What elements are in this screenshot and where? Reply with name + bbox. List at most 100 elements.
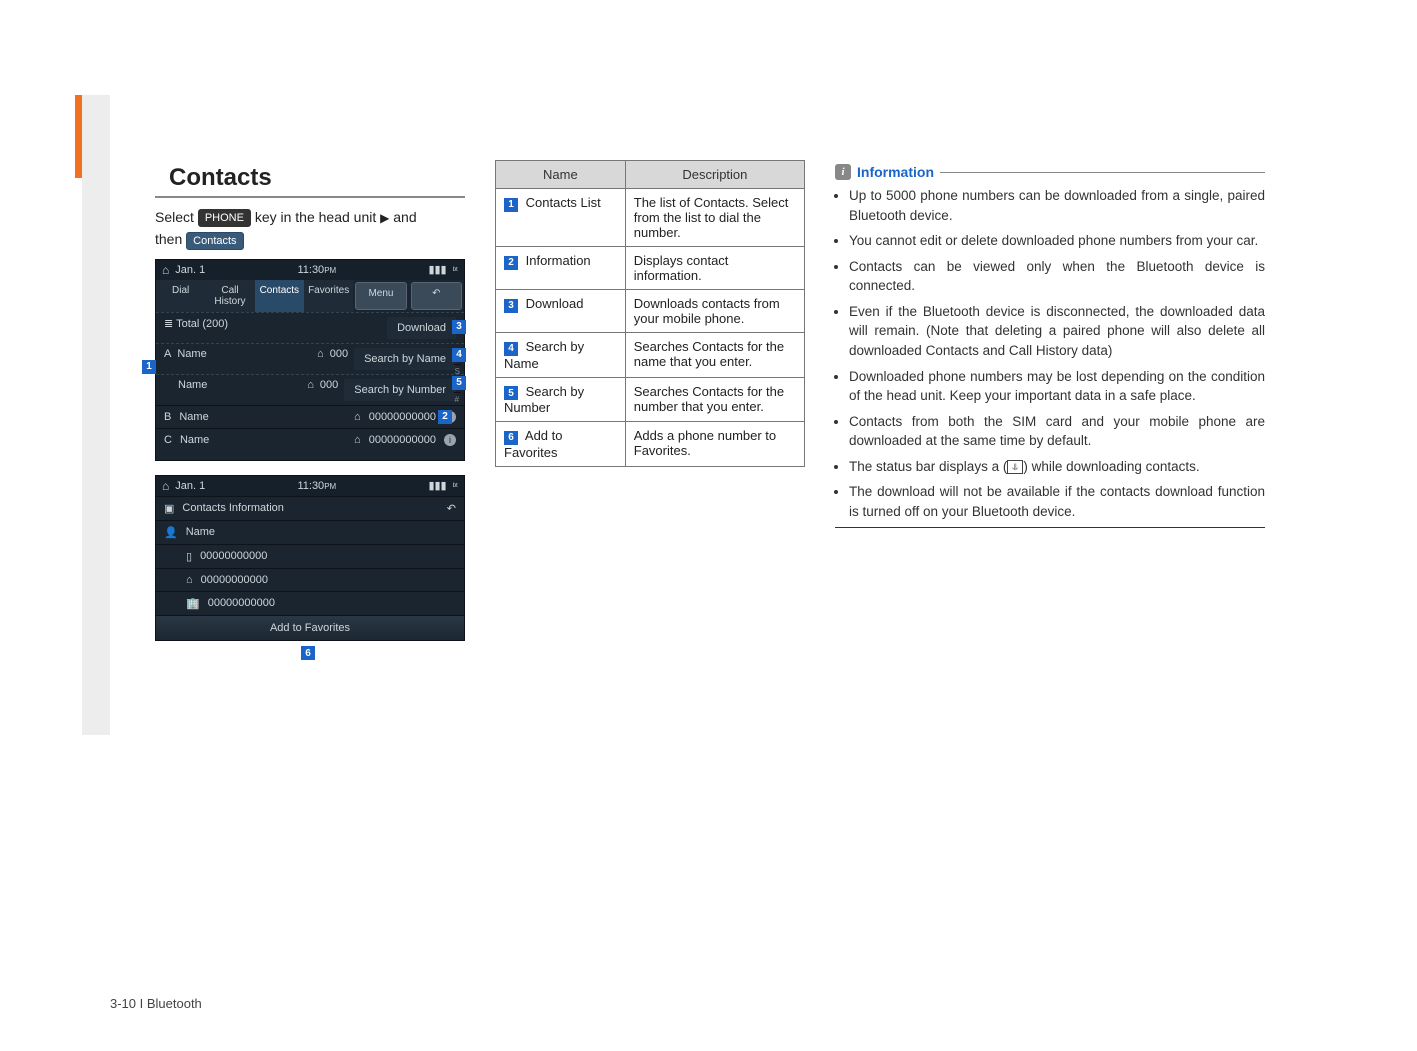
letter-b: B (164, 411, 171, 423)
menu-search-name[interactable]: Search by Name (354, 348, 456, 370)
home-icon: ⌂ (162, 479, 169, 493)
number-row-home[interactable]: ⌂ 00000000000 (156, 568, 464, 591)
menu-search-number[interactable]: Search by Number (344, 379, 456, 401)
tab-dial[interactable]: Dial (156, 280, 205, 312)
mobile-icon: ▯ (186, 550, 192, 563)
tab-call-history[interactable]: Call History (205, 280, 254, 312)
back-button[interactable]: ↶ (411, 282, 462, 310)
marker-3: 3 (452, 320, 466, 334)
row-desc: The list of Contacts. Select from the li… (625, 189, 804, 247)
phone-number: 00000000000 (201, 574, 268, 586)
alpha-hash[interactable]: # (454, 392, 461, 406)
info-item-status: The status bar displays a (⥥) while down… (849, 457, 1265, 477)
add-to-favorites-button[interactable]: Add to Favorites (156, 615, 464, 640)
status-bar: ⌂ Jan. 1 11:30PM ▮▮▮ᵇᵗ (156, 260, 464, 280)
th-name: Name (496, 161, 626, 189)
heading-rule (940, 172, 1265, 173)
building-icon: 🏢 (186, 597, 200, 610)
row-desc: Adds a phone number to Favorites. (625, 422, 804, 467)
information-list: Up to 5000 phone numbers can be download… (835, 186, 1265, 528)
list-row-c: C Name ⌂ 00000000000 i (156, 428, 464, 451)
screenshot-contact-info: ⌂ Jan. 1 11:30PM ▮▮▮ᵇᵗ ▣ Contacts Inform… (155, 475, 465, 641)
contact-num: 00000000000 (369, 411, 436, 423)
list-row-b: B Name ⌂ 00000000000 i (156, 405, 464, 428)
info-item: Even if the Bluetooth device is disconne… (849, 302, 1265, 361)
number-row-work[interactable]: 🏢 00000000000 (156, 591, 464, 615)
status-icons: ▮▮▮ ᵇᵗ (428, 263, 458, 276)
screenshot-contacts-list: ⌂ Jan. 1 11:30PM ▮▮▮ ᵇᵗ Dial Call History… (155, 259, 465, 461)
status-bar: ⌂ Jan. 1 11:30PM ▮▮▮ᵇᵗ (156, 476, 464, 496)
signal-icon: ▮▮▮ (428, 479, 446, 492)
table-row: 6 Add to FavoritesAdds a phone number to… (496, 422, 805, 467)
info-item: You cannot edit or delete downloaded pho… (849, 231, 1265, 251)
home-icon: ⌂ (186, 574, 193, 586)
bt-icon: ᵇᵗ (453, 481, 458, 491)
total-row: ≣ Total (200) Download (156, 312, 464, 343)
menu-download[interactable]: Download (387, 317, 456, 339)
intro-text: Select PHONE key in the head unit ▶ and … (155, 206, 465, 251)
card-icon: ▣ (164, 502, 174, 515)
total-count: Total (200) (176, 318, 228, 330)
column-contacts: Contacts Select PHONE key in the head un… (155, 160, 465, 661)
th-desc: Description (625, 161, 804, 189)
marker-6: 6 (301, 646, 315, 660)
menu-button[interactable]: Menu (355, 282, 406, 310)
info-item: Downloaded phone numbers may be lost dep… (849, 367, 1265, 406)
status-post: ) while downloading contacts. (1023, 459, 1199, 474)
marker-6-wrap: 6 (155, 643, 465, 661)
phone-number: 00000000000 (200, 550, 267, 562)
list-row-a2: Name ⌂000 Search by Number (156, 374, 464, 405)
bt-icon: ᵇᵗ (453, 265, 458, 275)
contacts-softkey: Contacts (186, 232, 243, 250)
marker-3: 3 (504, 299, 518, 313)
status-time: 11:30 (297, 264, 324, 276)
row-name: Contacts List (526, 195, 601, 210)
letter-c: C (164, 434, 172, 446)
contact-name[interactable]: Name (177, 348, 206, 370)
back-icon[interactable]: ↶ (447, 502, 456, 515)
intro-and: and (393, 209, 416, 225)
tab-contacts[interactable]: Contacts (255, 280, 304, 312)
signal-icon: ▮▮▮ (428, 263, 446, 276)
status-ampm: PM (324, 266, 336, 275)
info-item: The download will not be available if th… (849, 482, 1265, 521)
table-row: 2 InformationDisplays contact informatio… (496, 247, 805, 290)
add-to-favorites-label: Add to Favorites (270, 622, 350, 634)
marker-1: 1 (142, 360, 156, 374)
information-label: Information (857, 164, 934, 180)
table-row: 5 Search by NumberSearches Contacts for … (496, 377, 805, 422)
tab-favorites[interactable]: Favorites (304, 280, 353, 312)
number-row-mobile[interactable]: ▯ 00000000000 (156, 544, 464, 568)
home-icon: ⌂ (317, 348, 324, 370)
home-icon: ⌂ (354, 434, 361, 446)
info-icon[interactable]: i (444, 434, 456, 446)
contacts-info-title: Contacts Information (182, 502, 438, 514)
list-icon: ≣ (164, 318, 173, 330)
row-desc: Downloads contacts from your mobile phon… (625, 290, 804, 333)
marker-5: 5 (452, 376, 466, 390)
contact-name[interactable]: Name (178, 379, 207, 401)
section-title: Contacts (155, 160, 465, 198)
status-date: Jan. 1 (175, 264, 205, 276)
contact-num: 000 (330, 348, 348, 370)
contact-name[interactable]: Name (180, 434, 346, 446)
table-row: 4 Search by NameSearches Contacts for th… (496, 333, 805, 378)
phone-key-button: PHONE (198, 209, 251, 227)
intro-then: then (155, 231, 182, 247)
status-time: 11:30 (297, 480, 324, 492)
marker-2: 2 (504, 256, 518, 270)
table-row: 3 DownloadDownloads contacts from your m… (496, 290, 805, 333)
contact-num: 000 (320, 379, 338, 401)
contact-name[interactable]: Name (179, 411, 346, 423)
column-table: Name Description 1 Contacts ListThe list… (495, 160, 805, 467)
person-icon: 👤 (164, 526, 178, 539)
marker-2: 2 (438, 410, 452, 424)
home-icon: ⌂ (354, 411, 361, 423)
page-footer: 3-10 I Bluetooth (110, 996, 202, 1011)
intro-select: Select (155, 209, 194, 225)
marker-4: 4 (452, 348, 466, 362)
status-pre: The status bar displays a ( (849, 459, 1007, 474)
info-item: Up to 5000 phone numbers can be download… (849, 186, 1265, 225)
marker-4: 4 (504, 342, 518, 356)
row-desc: Displays contact information. (625, 247, 804, 290)
